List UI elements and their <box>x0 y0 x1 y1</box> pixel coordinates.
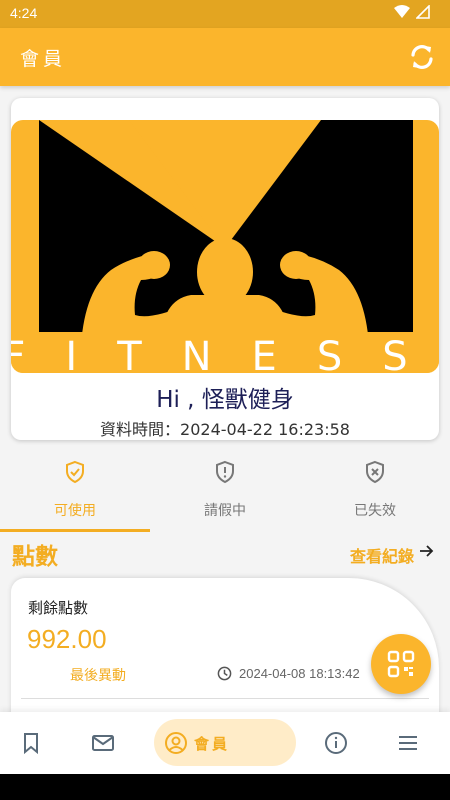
nav-member-label: 會員 <box>194 735 231 753</box>
refresh-icon[interactable] <box>408 43 436 71</box>
status-bar: 4:24 <box>0 0 450 28</box>
tab-on-leave[interactable]: 請假中 <box>150 450 300 532</box>
app-bar: 會員 <box>0 28 450 86</box>
bookmark-icon[interactable] <box>19 731 43 755</box>
fitness-logo: FITNESS <box>11 120 439 373</box>
remaining-points-label: 剩餘點數 <box>28 599 89 617</box>
nav-member-tab[interactable]: 會員 <box>154 719 296 766</box>
shield-x-icon <box>366 460 384 484</box>
tab-label: 請假中 <box>204 503 246 519</box>
member-card: FITNESS Hi , 怪獸健身 資料時間：2024-04-22 16:23:… <box>11 98 439 440</box>
shield-alert-icon <box>216 460 234 484</box>
remaining-points-value: 992.00 <box>27 624 107 654</box>
system-nav-bar <box>0 774 450 800</box>
clock-icon <box>217 666 232 681</box>
mail-icon[interactable] <box>91 731 115 755</box>
last-change-label: 最後異動 <box>70 668 126 684</box>
points-section-header: 點數 查看紀錄 <box>12 537 438 570</box>
menu-icon[interactable] <box>396 731 420 755</box>
logo-text: FITNESS <box>11 334 439 373</box>
status-time: 4:24 <box>10 5 38 21</box>
tab-expired[interactable]: 已失效 <box>300 450 450 532</box>
arrow-right-icon[interactable] <box>418 543 434 559</box>
qr-code-icon <box>387 650 415 678</box>
tab-label: 可使用 <box>54 503 96 519</box>
wifi-icon <box>394 5 410 18</box>
info-icon[interactable] <box>324 731 348 755</box>
member-icon <box>165 732 187 754</box>
last-change-date: 2024-04-08 18:13:42 <box>239 666 360 681</box>
qr-code-button[interactable] <box>371 634 431 694</box>
tab-label: 已失效 <box>354 503 396 519</box>
divider <box>21 698 429 699</box>
bottom-nav: 會員 <box>0 712 450 774</box>
status-tabs: 可使用 請假中 已失效 <box>0 450 450 532</box>
signal-icon <box>416 5 430 19</box>
page-title: 會員 <box>20 48 67 70</box>
tab-available[interactable]: 可使用 <box>0 450 150 532</box>
shield-check-icon <box>66 460 84 484</box>
status-icons <box>394 5 430 19</box>
tab-indicator <box>0 529 150 532</box>
view-records-link[interactable]: 查看紀錄 <box>350 543 414 567</box>
data-time: 資料時間：2024-04-22 16:23:58 <box>100 420 350 439</box>
section-title: 點數 <box>12 544 58 570</box>
greeting: Hi , 怪獸健身 <box>156 387 294 413</box>
